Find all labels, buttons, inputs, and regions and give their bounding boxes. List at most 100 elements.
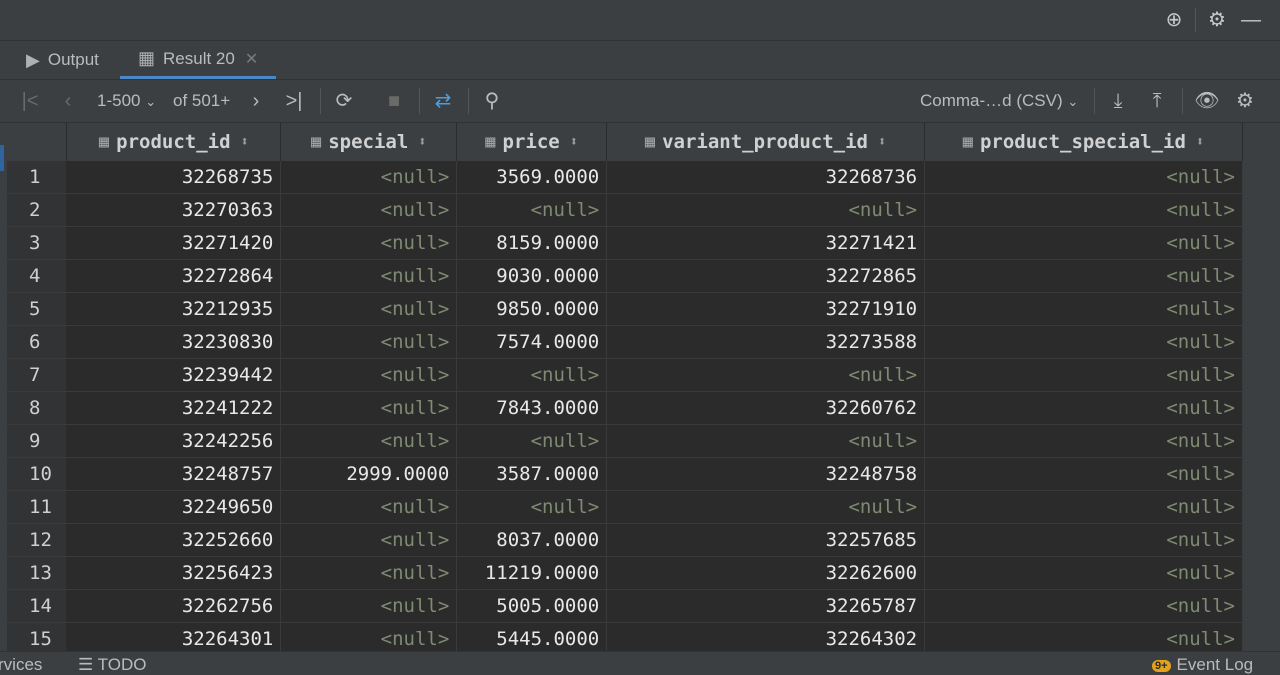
table-cell[interactable]: 32249650	[66, 490, 282, 524]
previous-page-icon[interactable]: ‹	[55, 89, 81, 113]
table-cell[interactable]: 32271910	[606, 292, 926, 326]
table-cell[interactable]: 32248758	[606, 457, 926, 491]
gear-icon[interactable]: ⚙	[1232, 89, 1258, 113]
table-cell[interactable]: 32257685	[606, 523, 926, 557]
table-cell[interactable]: <null>	[280, 589, 458, 623]
table-cell[interactable]: 2999.0000	[280, 457, 458, 491]
table-cell[interactable]: <null>	[606, 490, 926, 524]
table-cell[interactable]: <null>	[456, 424, 608, 458]
table-cell[interactable]: <null>	[924, 424, 1243, 458]
result-grid[interactable]: ▦ product_id ⬍ ▦ special ⬍ ▦ price ⬍ ▦ variant_…	[7, 123, 1243, 651]
table-row[interactable]: 8 32241222 <null> 7843.0000 32260762 <null>	[7, 391, 1243, 425]
upload-icon[interactable]: ⤒	[1144, 89, 1170, 113]
table-cell[interactable]: <null>	[606, 424, 926, 458]
table-cell[interactable]: 32273588	[606, 325, 926, 359]
table-cell[interactable]: 32272865	[606, 259, 926, 293]
table-cell[interactable]: 32248757	[66, 457, 282, 491]
table-cell[interactable]: 32265787	[606, 589, 926, 623]
eye-icon[interactable]: 👁	[1194, 89, 1220, 113]
sort-icon[interactable]: ⬍	[570, 134, 578, 150]
table-cell[interactable]: 32271421	[606, 226, 926, 260]
table-cell[interactable]: <null>	[456, 193, 608, 227]
table-cell[interactable]: 3569.0000	[456, 161, 608, 194]
table-cell[interactable]: <null>	[924, 259, 1243, 293]
last-page-icon[interactable]: >|	[281, 89, 307, 113]
table-row[interactable]: 13 32256423 <null> 11219.0000 32262600 <null>	[7, 556, 1243, 590]
export-format-select[interactable]: Comma-…d (CSV) ⌄	[920, 89, 1078, 113]
table-cell[interactable]: <null>	[280, 622, 458, 651]
table-cell[interactable]: <null>	[924, 391, 1243, 425]
sort-icon[interactable]: ⬍	[878, 134, 886, 150]
compare-icon[interactable]: ⇄	[430, 89, 456, 113]
table-cell[interactable]: 32262600	[606, 556, 926, 590]
table-cell[interactable]: <null>	[280, 161, 458, 194]
table-cell[interactable]: <null>	[924, 226, 1243, 260]
table-cell[interactable]: 32252660	[66, 523, 282, 557]
table-row[interactable]: 7 32239442 <null> <null> <null> <null>	[7, 358, 1243, 392]
table-cell[interactable]: 32256423	[66, 556, 282, 590]
table-cell[interactable]: <null>	[606, 193, 926, 227]
table-cell[interactable]: 9850.0000	[456, 292, 608, 326]
pin-icon[interactable]: ⚲	[479, 89, 505, 113]
table-cell[interactable]: 32242256	[66, 424, 282, 458]
event-log-tab[interactable]: 9+ Event Log	[1152, 655, 1253, 675]
table-cell[interactable]: <null>	[280, 325, 458, 359]
table-cell[interactable]: <null>	[456, 358, 608, 392]
table-row[interactable]: 2 32270363 <null> <null> <null> <null>	[7, 193, 1243, 227]
table-row[interactable]: 15 32264301 <null> 5445.0000 32264302 <null>	[7, 622, 1243, 651]
gear-icon[interactable]: ⚙	[1200, 8, 1234, 32]
column-header-product-id[interactable]: ▦ product_id ⬍	[66, 123, 282, 161]
sort-icon[interactable]: ⬍	[418, 134, 426, 150]
table-cell[interactable]: <null>	[606, 358, 926, 392]
page-total[interactable]: of 501+	[173, 89, 230, 113]
sort-icon[interactable]: ⬍	[241, 134, 249, 150]
table-cell[interactable]: 32239442	[66, 358, 282, 392]
table-cell[interactable]: <null>	[280, 259, 458, 293]
table-cell[interactable]: <null>	[924, 292, 1243, 326]
table-cell[interactable]: 32262756	[66, 589, 282, 623]
table-row[interactable]: 5 32212935 <null> 9850.0000 32271910 <null>	[7, 292, 1243, 326]
close-icon[interactable]: ✕	[245, 49, 258, 69]
table-cell[interactable]: <null>	[456, 490, 608, 524]
table-cell[interactable]: <null>	[924, 457, 1243, 491]
column-header-special[interactable]: ▦ special ⬍	[280, 123, 458, 161]
table-cell[interactable]: <null>	[924, 523, 1243, 557]
table-row[interactable]: 3 32271420 <null> 8159.0000 32271421 <null>	[7, 226, 1243, 260]
table-row[interactable]: 9 32242256 <null> <null> <null> <null>	[7, 424, 1243, 458]
table-row[interactable]: 11 32249650 <null> <null> <null> <null>	[7, 490, 1243, 524]
table-cell[interactable]: <null>	[280, 490, 458, 524]
page-range-select[interactable]: 1-500 ⌄	[97, 89, 156, 113]
table-cell[interactable]: 32268736	[606, 161, 926, 194]
table-cell[interactable]: 32270363	[66, 193, 282, 227]
services-tab[interactable]: rvices	[0, 655, 42, 675]
table-cell[interactable]: <null>	[280, 358, 458, 392]
table-cell[interactable]: <null>	[924, 556, 1243, 590]
table-cell[interactable]: 32260762	[606, 391, 926, 425]
column-header-product-special-id[interactable]: ▦ product_special_id ⬍	[924, 123, 1243, 161]
next-page-icon[interactable]: ›	[243, 89, 269, 113]
table-cell[interactable]: 32264301	[66, 622, 282, 651]
minimize-icon[interactable]: —	[1234, 8, 1268, 32]
table-cell[interactable]: 32264302	[606, 622, 926, 651]
table-cell[interactable]: 11219.0000	[456, 556, 608, 590]
table-row[interactable]: 1 32268735 <null> 3569.0000 32268736 <null>	[7, 161, 1243, 194]
table-cell[interactable]: <null>	[924, 622, 1243, 651]
table-row[interactable]: 14 32262756 <null> 5005.0000 32265787 <null>	[7, 589, 1243, 623]
table-row[interactable]: 6 32230830 <null> 7574.0000 32273588 <null>	[7, 325, 1243, 359]
table-cell[interactable]: <null>	[924, 589, 1243, 623]
table-cell[interactable]: 32272864	[66, 259, 282, 293]
todo-tab[interactable]: ☰ TODO	[78, 655, 146, 675]
tab-result[interactable]: ▦ Result 20 ✕	[120, 41, 277, 79]
table-cell[interactable]: <null>	[924, 325, 1243, 359]
table-cell[interactable]: 8037.0000	[456, 523, 608, 557]
table-cell[interactable]: <null>	[924, 490, 1243, 524]
column-header-price[interactable]: ▦ price ⬍	[456, 123, 608, 161]
reload-icon[interactable]: ⟳	[331, 89, 357, 113]
table-cell[interactable]: 8159.0000	[456, 226, 608, 260]
table-cell[interactable]: 32268735	[66, 161, 282, 194]
table-cell[interactable]: 7843.0000	[456, 391, 608, 425]
table-cell[interactable]: <null>	[280, 523, 458, 557]
table-cell[interactable]: <null>	[280, 193, 458, 227]
table-cell[interactable]: <null>	[280, 391, 458, 425]
first-page-icon[interactable]: |<	[17, 89, 43, 113]
